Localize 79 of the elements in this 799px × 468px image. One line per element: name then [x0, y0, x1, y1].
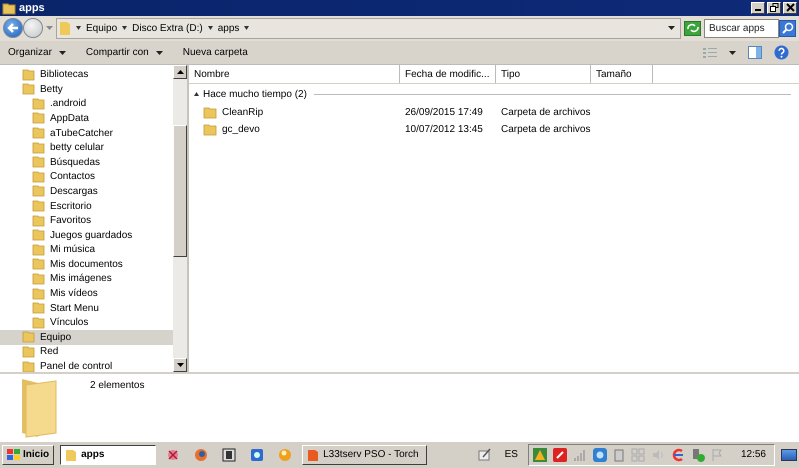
- pen-icon[interactable]: [478, 448, 491, 462]
- sidebar-item[interactable]: Equipo: [0, 330, 173, 345]
- column-header[interactable]: Tamaño: [591, 65, 653, 84]
- toolbar-button[interactable]: Organizar: [4, 45, 70, 60]
- caret-icon[interactable]: [208, 26, 213, 30]
- warning-icon[interactable]: [532, 448, 547, 462]
- sidebar-item[interactable]: Favoritos: [0, 213, 173, 228]
- caret-icon[interactable]: [122, 26, 128, 30]
- help-icon[interactable]: [774, 45, 789, 60]
- collapse-icon[interactable]: [194, 92, 199, 96]
- close-icon: [786, 3, 794, 12]
- caret-icon[interactable]: [668, 26, 675, 31]
- app-icon: [307, 448, 320, 462]
- sidebar-item[interactable]: Mi música: [0, 242, 173, 258]
- file-name[interactable]: CleanRip: [222, 107, 264, 118]
- arrow-left-icon: [6, 21, 20, 36]
- back-button[interactable]: [3, 18, 23, 38]
- sidebar-item[interactable]: Contactos: [0, 170, 173, 184]
- sidebar-item[interactable]: AppData: [0, 111, 173, 126]
- sidebar-item[interactable]: Mis imágenes: [0, 272, 173, 286]
- column-header[interactable]: Fecha de modific...: [400, 65, 496, 84]
- breadcrumb[interactable]: Equipo: [86, 22, 118, 34]
- sidebar-item[interactable]: .android: [0, 96, 173, 112]
- file-name[interactable]: gc_devo: [222, 124, 260, 136]
- table-cell: 10/07/2012 13:45: [405, 124, 483, 136]
- scroll-down-icon[interactable]: [176, 363, 184, 368]
- sidebar-item[interactable]: Betty: [0, 82, 173, 97]
- taskbar-button[interactable]: L33tserv PSO - Torch: [302, 444, 428, 465]
- restore-button[interactable]: [767, 2, 781, 14]
- column-header[interactable]: Nombre: [189, 65, 400, 84]
- sidebar-item[interactable]: Mis vídeos: [0, 286, 173, 301]
- sidebar-item[interactable]: Panel de control: [0, 359, 173, 372]
- column-header[interactable]: Tipo: [496, 65, 591, 84]
- show-desktop-button[interactable]: [781, 448, 797, 461]
- taskbar-button[interactable]: apps: [60, 444, 156, 465]
- sidebar-item[interactable]: Bibliotecas: [0, 67, 173, 82]
- address-bar[interactable]: Equipo Disco Extra (D:) apps: [56, 18, 681, 39]
- breadcrumb[interactable]: Disco Extra (D:): [132, 22, 203, 34]
- start-button[interactable]: Inicio: [2, 444, 54, 465]
- minimize-button[interactable]: [751, 2, 765, 14]
- caret-icon[interactable]: [729, 50, 736, 55]
- refresh-button[interactable]: [684, 20, 701, 36]
- sidebar-item[interactable]: betty celular: [0, 140, 173, 155]
- sidebar-item[interactable]: Búsquedas: [0, 154, 173, 170]
- app-icon[interactable]: [222, 448, 236, 462]
- preview-pane-icon[interactable]: [748, 46, 762, 60]
- sidebar-item[interactable]: Mis documentos: [0, 257, 173, 272]
- restore-icon: [770, 3, 778, 12]
- search-icon: [782, 22, 794, 34]
- caret-icon[interactable]: [244, 26, 250, 30]
- refresh-icon: [686, 23, 698, 34]
- breadcrumb[interactable]: apps: [218, 22, 240, 34]
- item-count: 2 elementos: [90, 380, 144, 392]
- minimize-icon: [755, 9, 761, 12]
- search-button[interactable]: [779, 20, 796, 37]
- sidebar-item[interactable]: Red: [0, 344, 173, 360]
- windows-logo: [7, 448, 20, 461]
- sidebar-item[interactable]: Start Menu: [0, 300, 173, 316]
- toolbar-button[interactable]: Compartir con: [82, 45, 167, 60]
- sidebar-item[interactable]: aTubeCatcher: [0, 126, 173, 140]
- sidebar-item[interactable]: Vínculos: [0, 315, 173, 330]
- language-indicator[interactable]: ES: [504, 449, 518, 460]
- sidebar-item[interactable]: Juegos guardados: [0, 228, 173, 242]
- forward-button[interactable]: [23, 18, 43, 38]
- group-header[interactable]: Hace mucho tiempo (2): [203, 88, 307, 100]
- browser-icon[interactable]: [194, 448, 208, 462]
- close-button[interactable]: [783, 2, 797, 14]
- table-cell: Carpeta de archivos: [501, 124, 590, 136]
- caret-icon[interactable]: [76, 26, 81, 30]
- sidebar-item[interactable]: Escritorio: [0, 198, 173, 214]
- table-cell: Carpeta de archivos: [501, 107, 590, 118]
- search-field[interactable]: Buscar apps: [704, 18, 779, 38]
- sidebar-item[interactable]: Descargas: [0, 184, 173, 199]
- toolbar-button[interactable]: Nueva carpeta: [178, 45, 252, 60]
- window-title: apps: [19, 2, 46, 14]
- scrollbar[interactable]: [173, 65, 187, 372]
- table-cell: 26/09/2015 17:49: [405, 107, 483, 118]
- clock[interactable]: 12:56: [740, 449, 766, 460]
- scroll-up-icon[interactable]: [176, 70, 184, 74]
